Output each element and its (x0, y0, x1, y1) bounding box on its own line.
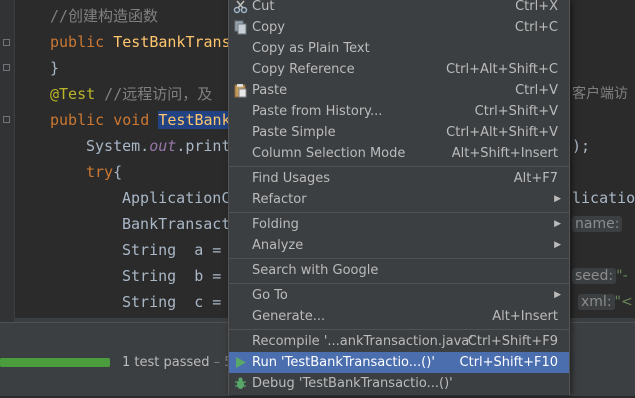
menu-item-label: Search with Google (252, 263, 379, 278)
menu-item-run-test[interactable]: Run 'TestBankTransactio...()' Ctrl+Shift… (229, 352, 569, 373)
menu-separator (229, 329, 569, 330)
code-line: } (50, 59, 60, 77)
submenu-arrow-icon: ▶ (554, 219, 561, 229)
menu-item-label: Analyze (252, 238, 304, 253)
menu-item-label: Copy Reference (252, 62, 355, 77)
menu-separator (229, 212, 569, 213)
menu-item-paste[interactable]: Paste Ctrl+V (229, 80, 569, 101)
menu-item-copy[interactable]: Copy Ctrl+C (229, 17, 569, 38)
menu-separator (229, 166, 569, 167)
menu-item-shortcut: Alt+F7 (513, 171, 558, 186)
menu-item-generate[interactable]: Generate... Alt+Insert (229, 306, 569, 327)
menu-item-cut[interactable]: Cut Ctrl+X (229, 0, 569, 17)
run-icon (233, 355, 248, 370)
code-fragment: licationC (572, 189, 635, 207)
menu-item-copy-reference[interactable]: Copy Reference Ctrl+Alt+Shift+C (229, 59, 569, 80)
submenu-arrow-icon: ▶ (554, 290, 561, 300)
menu-item-shortcut: Ctrl+V (515, 83, 558, 98)
param-hint: xml: "< (578, 291, 633, 313)
menu-item-shortcut: Ctrl+Shift+F10 (459, 355, 558, 370)
paste-icon (233, 83, 248, 98)
menu-item-label: Run 'TestBankTransactio...()' (252, 355, 435, 370)
copy-icon (233, 20, 248, 35)
menu-item-label: Copy as Plain Text (252, 41, 370, 56)
test-status-text: 1 test passed – 5s (122, 355, 240, 370)
menu-separator (229, 258, 569, 259)
code-line: //创建构造函数 (50, 7, 159, 25)
test-progress-bar (0, 358, 110, 367)
menu-item-label: Paste Simple (252, 125, 336, 140)
menu-item-search-google[interactable]: Search with Google (229, 260, 569, 281)
debug-icon (233, 376, 248, 391)
menu-item-copy-plain-text[interactable]: Copy as Plain Text (229, 38, 569, 59)
submenu-arrow-icon: ▶ (554, 194, 561, 204)
menu-item-find-usages[interactable]: Find Usages Alt+F7 (229, 168, 569, 189)
menu-item-label: Column Selection Mode (252, 146, 406, 161)
code-line: public TestBankTrans (50, 33, 231, 51)
menu-item-label: Folding (252, 217, 299, 232)
menu-item-recompile[interactable]: Recompile '...ankTransaction.java' Ctrl+… (229, 331, 569, 352)
submenu-arrow-icon: ▶ (554, 240, 561, 250)
menu-item-column-selection-mode[interactable]: Column Selection Mode Alt+Shift+Insert (229, 143, 569, 164)
menu-item-go-to[interactable]: Go To ▶ (229, 285, 569, 306)
editor-gutter (0, 0, 15, 322)
code-line: String a = (122, 241, 222, 259)
menu-separator (229, 283, 569, 284)
code-line: try{ (86, 163, 123, 181)
menu-item-paste-from-history[interactable]: Paste from History... Ctrl+Shift+V (229, 101, 569, 122)
code-line: String b = (122, 267, 222, 285)
menu-item-label: Refactor (252, 192, 307, 207)
menu-item-label: Recompile '...ankTransaction.java' (252, 334, 473, 349)
menu-item-shortcut: Ctrl+X (515, 0, 558, 14)
code-line: BankTransact (122, 215, 231, 233)
fold-marker[interactable] (3, 39, 10, 46)
menu-item-shortcut: Alt+Insert (492, 309, 558, 324)
scissors-icon (233, 0, 248, 14)
menu-item-shortcut: Ctrl+Alt+Shift+V (446, 125, 558, 140)
code-fragment: ); (572, 137, 591, 155)
code-line: public void TestBank (50, 111, 231, 129)
code-fragment: 客户端访 (572, 86, 628, 102)
menu-item-analyze[interactable]: Analyze ▶ (229, 235, 569, 256)
code-line: System.out.print (86, 137, 231, 155)
menu-item-label: Generate... (252, 309, 326, 324)
menu-item-paste-simple[interactable]: Paste Simple Ctrl+Alt+Shift+V (229, 122, 569, 143)
menu-item-shortcut: Ctrl+Shift+V (474, 104, 558, 119)
menu-item-folding[interactable]: Folding ▶ (229, 214, 569, 235)
param-hint: seed: "- (572, 265, 628, 287)
menu-item-label: Copy (252, 20, 285, 35)
context-menu[interactable]: Cut Ctrl+X Copy Ctrl+C Copy as Plain Tex… (228, 0, 570, 395)
code-line: String c = (122, 293, 222, 311)
menu-item-label: Go To (252, 288, 288, 303)
fold-marker[interactable] (3, 64, 10, 71)
menu-item-refactor[interactable]: Refactor ▶ (229, 189, 569, 210)
menu-item-label: Debug 'TestBankTransactio...()' (252, 376, 453, 391)
menu-item-label: Paste from History... (252, 104, 383, 119)
code-line: @Test //远程访问，及 (50, 85, 213, 103)
code-line: ApplicationC (122, 189, 231, 207)
menu-item-label: Find Usages (252, 171, 331, 186)
fold-marker[interactable] (3, 116, 10, 123)
menu-item-shortcut: Ctrl+Alt+Shift+C (445, 62, 558, 77)
param-hint: name: (572, 213, 623, 235)
menu-item-shortcut: Alt+Shift+Insert (451, 146, 558, 161)
menu-item-shortcut: Ctrl+C (514, 20, 558, 35)
menu-item-shortcut: Ctrl+Shift+F9 (467, 334, 558, 349)
menu-item-label: Cut (252, 0, 275, 14)
menu-item-debug-test[interactable]: Debug 'TestBankTransactio...()' (229, 373, 569, 394)
menu-item-label: Paste (252, 83, 288, 98)
